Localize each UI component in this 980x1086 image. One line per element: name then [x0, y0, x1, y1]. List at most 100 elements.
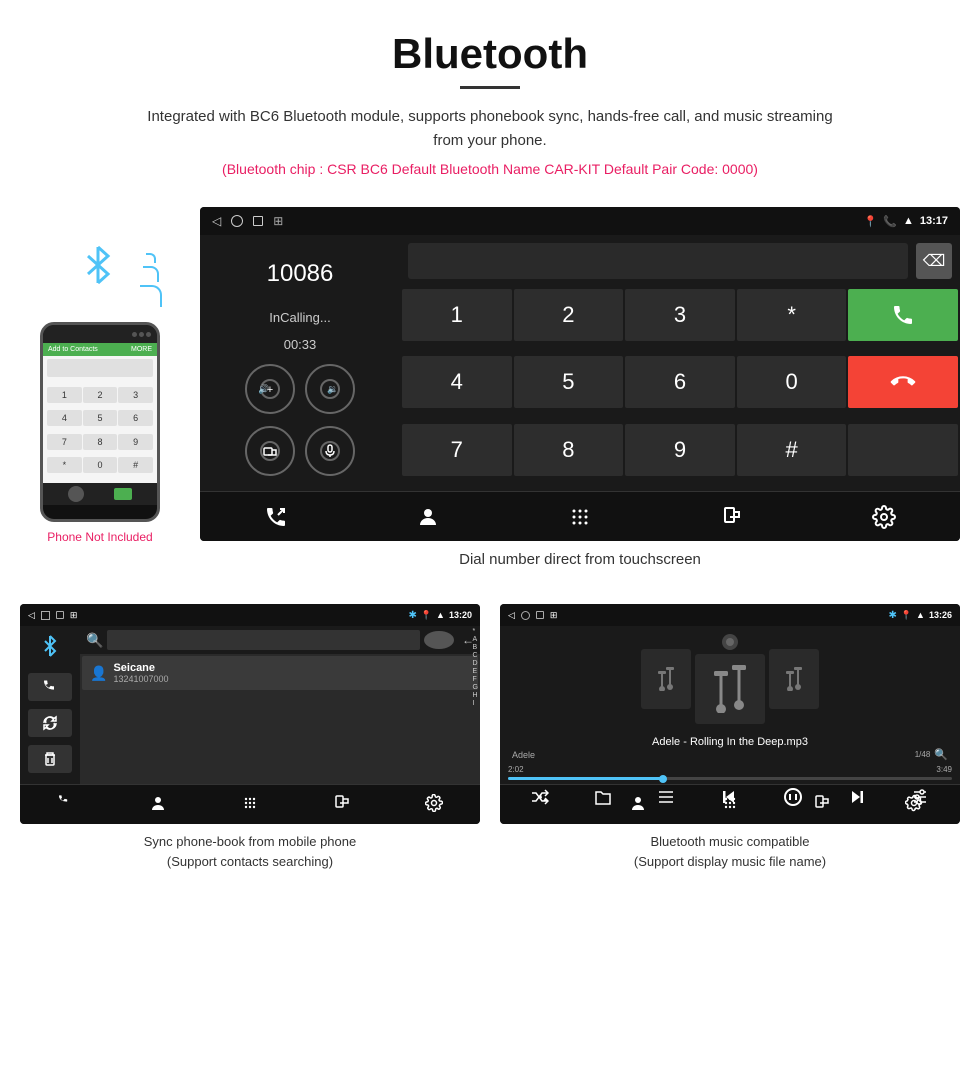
phone-key-hash: #	[118, 457, 153, 473]
phone-keypad: 1 2 3 4 5 6 7 8 9 * 0 #	[43, 383, 157, 483]
save-icon: ⊞	[273, 214, 283, 228]
phonebook-content: 🔍 ← 👤 Seicane 13241007000 *	[20, 626, 480, 784]
volume-down-btn[interactable]: - 🔉	[305, 364, 355, 414]
pb-save-icon: ⊞	[70, 610, 78, 621]
key-5[interactable]: 5	[514, 356, 624, 408]
pb-nav-dialpad[interactable]	[241, 794, 259, 815]
page-header: Bluetooth Integrated with BC6 Bluetooth …	[0, 0, 980, 207]
music-list-btn[interactable]	[657, 788, 675, 809]
pb-nav-contacts[interactable]	[149, 794, 167, 815]
phone-mockup: Add to Contacts MORE 1 2 3 4 5 6 7 8 9 *	[40, 322, 160, 522]
dial-left-panel: 10086 InCalling... 00:33 + 🔊	[200, 235, 400, 491]
music-nav-transfer[interactable]	[813, 794, 831, 815]
nav-phone-transfer[interactable]	[712, 497, 752, 537]
key-8[interactable]: 8	[514, 424, 624, 476]
end-call-btn[interactable]	[848, 356, 958, 408]
key-6[interactable]: 6	[625, 356, 735, 408]
status-left: ◁ ⊞	[212, 214, 283, 228]
music-content: Adele - Rolling In the Deep.mp3 Adele 1/…	[500, 626, 960, 784]
pb-search-icon: 🔍	[86, 632, 103, 649]
pb-contact-item[interactable]: 👤 Seicane 13241007000	[82, 656, 478, 690]
nav-settings[interactable]	[864, 497, 904, 537]
pb-delete-btn[interactable]	[28, 745, 72, 773]
svg-text:🔊: 🔊	[259, 383, 270, 395]
phone-not-included-label: Phone Not Included	[47, 530, 152, 544]
music-signal: ▲	[916, 610, 925, 620]
key-7[interactable]: 7	[402, 424, 512, 476]
signal-icon: ▲	[903, 215, 914, 227]
dial-status: InCalling...	[215, 310, 385, 325]
nav-contacts[interactable]	[408, 497, 448, 537]
volume-up-btn[interactable]: + 🔊	[245, 364, 295, 414]
nav-dialpad[interactable]	[560, 497, 600, 537]
music-save-icon: ⊞	[550, 610, 558, 621]
dial-timer: 00:33	[215, 337, 385, 352]
pb-contact-number: 13241007000	[113, 674, 168, 684]
music-current-time: 2:02	[508, 765, 524, 774]
phone-key-1: 1	[47, 387, 82, 403]
phone-camera-icon	[68, 486, 84, 502]
phone-key-5: 5	[83, 410, 118, 426]
pb-back-nav: ◁	[28, 610, 35, 621]
status-time: 13:17	[920, 215, 948, 227]
dial-btn-row-2	[215, 426, 385, 476]
key-1[interactable]: 1	[402, 289, 512, 341]
pb-scroll-indicator	[424, 631, 454, 649]
music-total-time: 3:49	[936, 765, 952, 774]
phone-bottom-bar	[43, 483, 157, 505]
key-4[interactable]: 4	[402, 356, 512, 408]
music-nav-dialpad[interactable]	[721, 794, 739, 815]
key-2[interactable]: 2	[514, 289, 624, 341]
music-search-icon[interactable]: 🔍	[934, 748, 948, 761]
nav-call-transfer[interactable]	[256, 497, 296, 537]
music-back-nav: ◁	[508, 610, 515, 621]
music-play-btn[interactable]	[783, 787, 803, 810]
music-next-btn[interactable]	[848, 788, 866, 809]
pb-alpha-list: * A B C D E F G H I	[473, 628, 478, 707]
dial-right-panel: ⌫ 1 2 3 * 4 5 6	[400, 235, 960, 491]
music-albums	[500, 626, 960, 732]
music-status-time: 13:26	[929, 610, 952, 620]
main-screen-caption: Dial number direct from touchscreen	[200, 541, 960, 584]
key-hash[interactable]: #	[737, 424, 847, 476]
pb-contact-name: Seicane	[113, 662, 168, 674]
answer-call-btn[interactable]	[848, 289, 958, 341]
phone-key-star: *	[47, 457, 82, 473]
key-3[interactable]: 3	[625, 289, 735, 341]
pb-bluetooth-icon	[41, 634, 59, 665]
pb-nav-settings[interactable]	[425, 794, 443, 815]
music-nav-call[interactable]	[537, 794, 555, 815]
pb-nav-call[interactable]	[57, 794, 75, 815]
dial-input-field[interactable]	[408, 243, 908, 279]
music-nav-contacts[interactable]	[629, 794, 647, 815]
music-status-bar: ◁ ⊞ ✱ 📍 ▲ 13:26	[500, 604, 960, 626]
transfer-btn[interactable]	[245, 426, 295, 476]
music-nav-settings[interactable]	[905, 794, 923, 815]
phone-key-4: 4	[47, 410, 82, 426]
pb-nav-transfer[interactable]	[333, 794, 351, 815]
back-nav-icon: ◁	[212, 214, 221, 228]
music-loc-icon: 📍	[901, 610, 912, 621]
key-star[interactable]: *	[737, 289, 847, 341]
music-progress-bar[interactable]	[508, 777, 952, 780]
pb-search-field[interactable]	[107, 630, 420, 650]
pb-sync-btn[interactable]	[28, 709, 72, 737]
music-folder-btn[interactable]	[594, 788, 612, 809]
phone-number-display	[47, 359, 153, 377]
key-9[interactable]: 9	[625, 424, 735, 476]
pb-loc-icon: 📍	[421, 610, 432, 621]
phone-call-btn	[114, 488, 132, 500]
phone-key-0: 0	[83, 457, 118, 473]
pb-caption: Sync phone-book from mobile phone (Suppo…	[20, 824, 480, 875]
pb-call-btn[interactable]	[28, 673, 72, 701]
backspace-btn[interactable]: ⌫	[916, 243, 952, 279]
phone-screen-header: Add to Contacts MORE	[43, 343, 157, 356]
pb-sidebar	[20, 626, 80, 784]
phone-key-9: 9	[118, 434, 153, 450]
phone-key-2: 2	[83, 387, 118, 403]
call-icon: 📞	[883, 215, 897, 228]
pb-status-bar: ◁ ⊞ ✱ 📍 ▲ 13:20	[20, 604, 480, 626]
mic-btn[interactable]	[305, 426, 355, 476]
phone-section: Add to Contacts MORE 1 2 3 4 5 6 7 8 9 *	[20, 207, 180, 544]
key-0[interactable]: 0	[737, 356, 847, 408]
